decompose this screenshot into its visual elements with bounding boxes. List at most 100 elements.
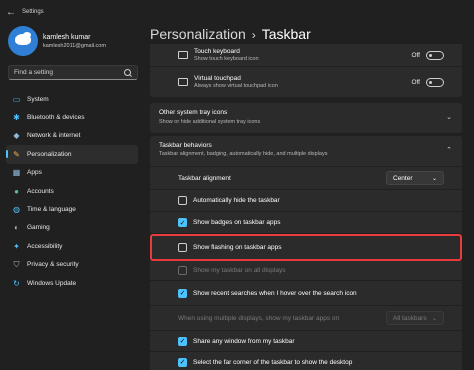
sidebar-item-label: Time & language — [27, 206, 76, 214]
virtual-touchpad-title: Virtual touchpad — [194, 75, 241, 82]
share-window-label: Share any window from my taskbar — [193, 337, 295, 345]
chevron-up-icon: ⌃ — [446, 147, 452, 154]
sidebar-item-accessibility[interactable]: ✦ Accessibility — [6, 237, 138, 255]
taskbar-behaviors-card[interactable]: Taskbar behaviors Taskbar alignment, bad… — [150, 136, 462, 166]
sidebar-item-label: Accounts — [27, 187, 54, 195]
all-displays-row: Show my taskbar on all displays — [150, 260, 462, 280]
auto-hide-checkbox[interactable] — [178, 196, 187, 205]
monitor-icon: ▭ — [12, 94, 21, 104]
all-displays-checkbox[interactable] — [178, 265, 187, 275]
virtual-touchpad-toggle[interactable] — [426, 77, 444, 87]
update-icon: ↻ — [13, 278, 20, 288]
touch-keyboard-toggle-group: Off — [411, 50, 444, 60]
virtual-touchpad-subtitle: Always show virtual touchpad icon — [194, 83, 278, 89]
user-profile[interactable]: kamlesh kumar kamlesh2011@gmail.com — [8, 26, 106, 56]
sidebar-nav: ▭ System ✱ Bluetooth & devices ◆ Network & in… — [6, 90, 138, 292]
search-input[interactable] — [14, 69, 124, 76]
taskbar-alignment-value: Center — [393, 174, 413, 182]
sidebar-item-label: System — [27, 95, 49, 103]
brush-icon: ✎ — [13, 149, 20, 159]
sidebar-item-label: Personalization — [27, 150, 72, 158]
sidebar-item-label: Windows Update — [27, 279, 77, 287]
sidebar-item-label: Network & internet — [27, 132, 81, 140]
touch-keyboard-toggle[interactable] — [426, 50, 444, 60]
virtual-touchpad-toggle-group: Off — [411, 77, 444, 87]
badges-row: ✓ Show badges on taskbar apps — [150, 212, 462, 233]
sidebar-item-windows-update[interactable]: ↻ Windows Update — [6, 274, 138, 292]
touchpad-icon — [178, 78, 188, 86]
touch-keyboard-row: Touch keyboard Show touch keyboard icon … — [150, 44, 462, 66]
keyboard-icon — [178, 51, 188, 59]
far-corner-label: Select the far corner of the taskbar to … — [193, 358, 353, 366]
virtual-touchpad-row: Virtual touchpad Always show virtual tou… — [150, 67, 462, 97]
auto-hide-label: Automatically hide the taskbar — [193, 197, 280, 204]
sidebar-item-apps[interactable]: ▦ Apps — [6, 164, 138, 182]
multi-display-dropdown[interactable]: All taskbars ⌄ — [386, 311, 444, 325]
sidebar-item-label: Bluetooth & devices — [27, 114, 85, 122]
breadcrumb-current: Taskbar — [261, 26, 311, 42]
recent-searches-checkbox[interactable]: ✓ — [178, 288, 187, 298]
sidebar-item-label: Gaming — [27, 224, 50, 232]
globe-clock-icon: ◍ — [13, 205, 20, 215]
far-corner-checkbox[interactable]: ✓ — [178, 357, 187, 367]
touch-keyboard-subtitle: Show touch keyboard icon — [194, 56, 259, 62]
title-bar: ← Settings — [0, 0, 474, 24]
sidebar-item-network-internet[interactable]: ◆ Network & internet — [6, 127, 138, 145]
search-box[interactable] — [8, 65, 138, 80]
breadcrumb-chevron-icon: › — [251, 28, 256, 42]
sidebar-item-privacy-security[interactable]: ⛉ Privacy & security — [6, 256, 138, 274]
window-title: Settings — [22, 9, 44, 15]
multi-display-label: When using multiple displays, show my ta… — [178, 314, 340, 322]
chevron-down-icon: ⌄ — [431, 315, 437, 322]
taskbar-behaviors-subtitle: Taskbar alignment, badging, automaticall… — [159, 151, 328, 157]
taskbar-alignment-label: Taskbar alignment — [178, 174, 231, 182]
far-corner-row: ✓ Select the far corner of the taskbar t… — [150, 352, 462, 370]
badges-checkbox[interactable]: ✓ — [178, 218, 187, 227]
breadcrumb-parent[interactable]: Personalization — [150, 26, 246, 42]
auto-hide-row: Automatically hide the taskbar — [150, 190, 462, 211]
shield-icon: ⛉ — [13, 260, 20, 270]
other-tray-icons-card[interactable]: Other system tray icons Show or hide add… — [150, 103, 462, 133]
search-icon[interactable] — [124, 68, 132, 77]
sidebar-item-label: Privacy & security — [27, 261, 79, 269]
accessibility-icon: ✦ — [13, 241, 20, 251]
taskbar-alignment-dropdown[interactable]: Center ⌄ — [386, 171, 444, 185]
network-icon: ◆ — [13, 131, 20, 141]
sidebar-item-gaming[interactable]: ◐ Gaming — [6, 219, 138, 237]
user-email: kamlesh2011@gmail.com — [43, 42, 106, 49]
taskbar-behaviors-title: Taskbar behaviors — [159, 142, 212, 149]
highlight-box — [150, 234, 462, 261]
other-tray-subtitle: Show or hide additional system tray icon… — [159, 119, 261, 125]
sidebar-item-time-language[interactable]: ◍ Time & language — [6, 200, 138, 218]
share-window-checkbox[interactable]: ✓ — [178, 336, 187, 346]
sidebar-item-label: Apps — [27, 169, 42, 177]
sidebar-item-personalization[interactable]: ✎ Personalization — [6, 145, 138, 164]
person-icon: ● — [14, 186, 19, 196]
avatar — [8, 26, 38, 56]
sidebar-item-bluetooth-devices[interactable]: ✱ Bluetooth & devices — [6, 108, 138, 126]
touch-keyboard-state: Off — [411, 51, 420, 59]
multi-display-value: All taskbars — [393, 314, 427, 322]
apps-icon: ▦ — [12, 168, 21, 178]
chevron-down-icon: ⌄ — [446, 114, 452, 121]
multi-display-row: When using multiple displays, show my ta… — [150, 306, 462, 330]
virtual-touchpad-state: Off — [411, 78, 420, 86]
badges-label: Show badges on taskbar apps — [193, 219, 281, 226]
touch-keyboard-title: Touch keyboard — [194, 48, 240, 55]
other-tray-title: Other system tray icons — [159, 109, 228, 116]
sidebar-item-system[interactable]: ▭ System — [6, 90, 138, 108]
settings-content: Touch keyboard Show touch keyboard icon … — [150, 44, 462, 370]
all-displays-label: Show my taskbar on all displays — [193, 266, 286, 274]
taskbar-alignment-row: Taskbar alignment Center ⌄ — [150, 167, 462, 189]
chevron-down-icon: ⌄ — [431, 175, 437, 182]
recent-searches-label: Show recent searches when I hover over t… — [193, 289, 357, 297]
bluetooth-icon: ✱ — [13, 113, 20, 123]
share-window-row: ✓ Share any window from my taskbar — [150, 331, 462, 351]
recent-searches-row: ✓ Show recent searches when I hover over… — [150, 281, 462, 305]
page-title: Personalization › Taskbar — [150, 26, 311, 42]
sidebar-item-accounts[interactable]: ● Accounts — [6, 182, 138, 200]
sidebar-item-label: Accessibility — [27, 242, 63, 250]
user-name: kamlesh kumar — [43, 33, 91, 41]
gamepad-icon: ◐ — [14, 223, 19, 233]
back-arrow-icon[interactable]: ← — [2, 7, 20, 18]
